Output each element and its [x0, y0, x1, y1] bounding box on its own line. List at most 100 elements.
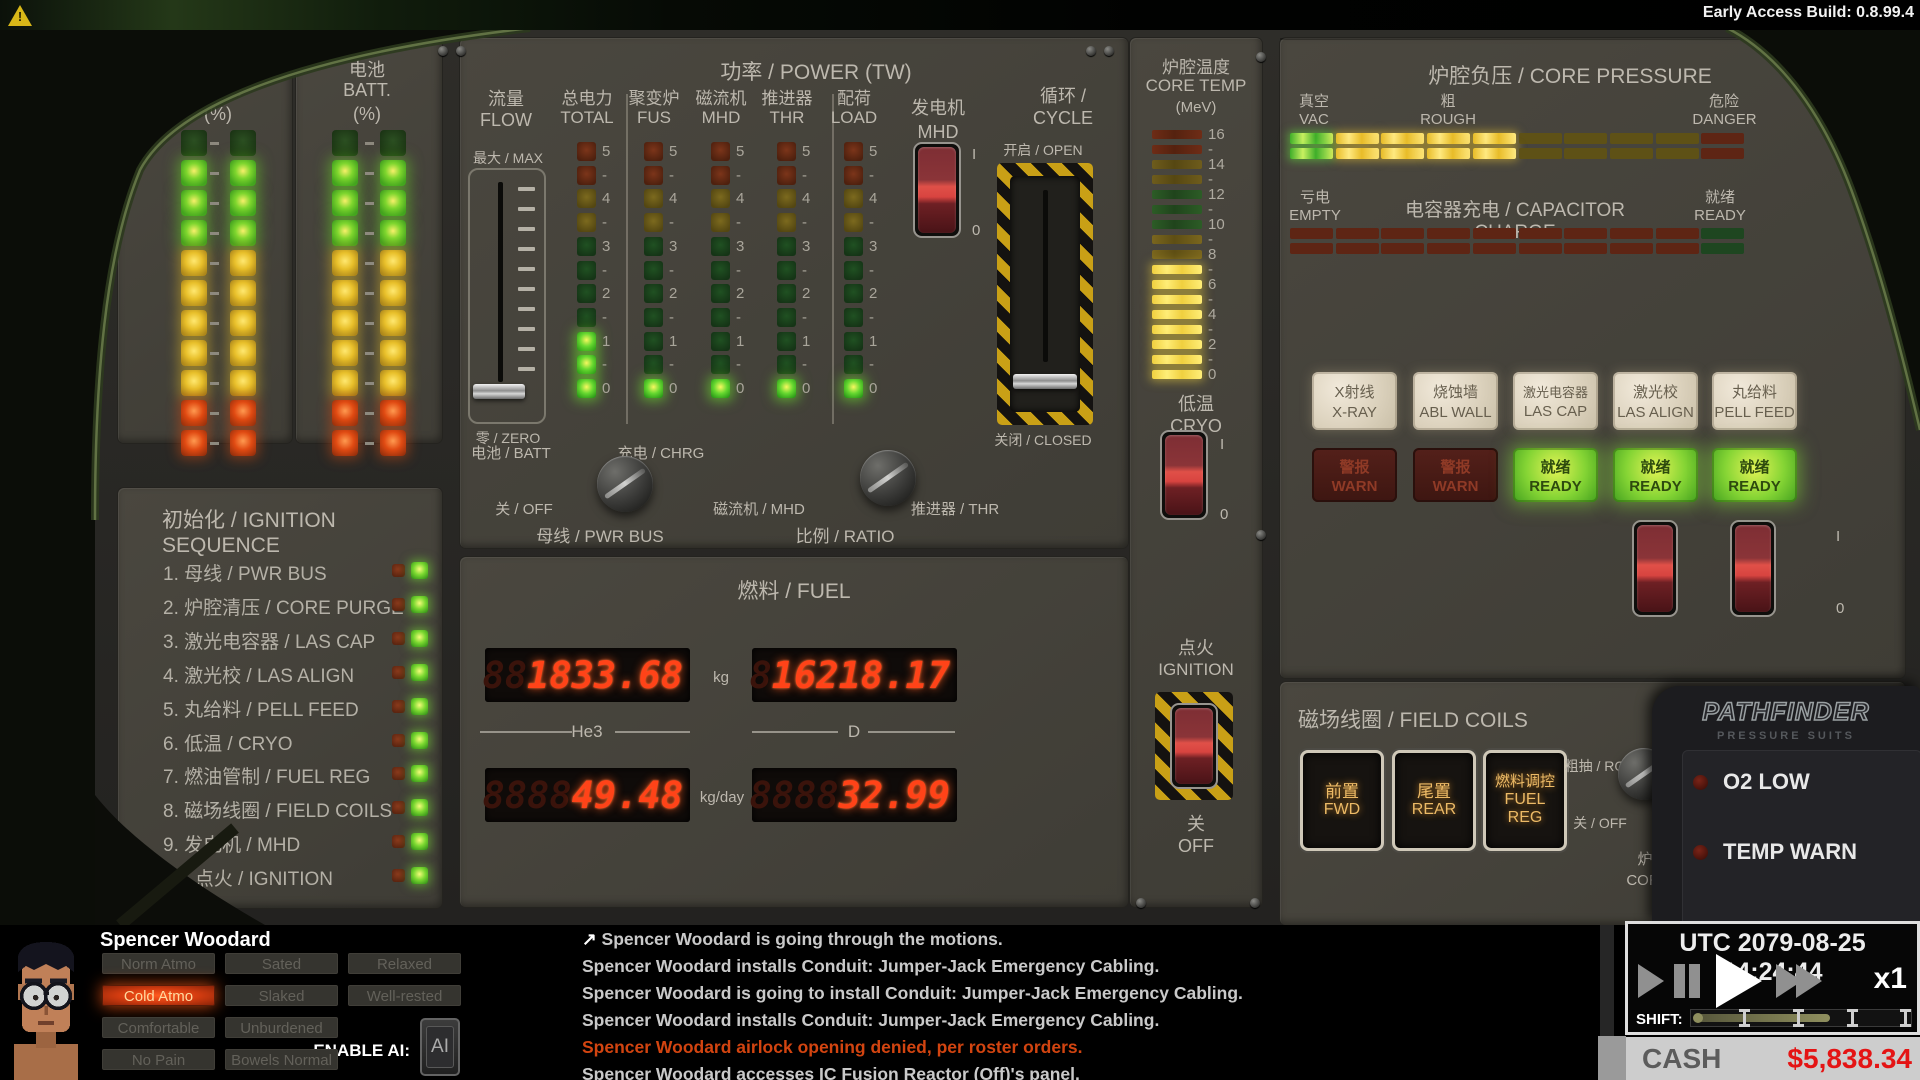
capacitor-led	[1656, 228, 1699, 239]
shift-tick[interactable]	[1743, 1009, 1746, 1027]
pathfinder-screen: O2 LOW TEMP WARN	[1682, 750, 1920, 927]
core-temp-segment	[1152, 355, 1202, 364]
subsystem-button-abl-wall[interactable]: 烧蚀墙ABL WALL	[1413, 372, 1498, 430]
power-bar-segment	[711, 237, 730, 256]
panel-screw	[1256, 530, 1266, 540]
pressure-switch-rocker	[1637, 525, 1673, 612]
ready-label: READY	[1687, 207, 1753, 224]
ignition-switch-label-en: IGNITION	[1136, 660, 1256, 680]
battery-led-cell	[181, 130, 207, 156]
ignition-step: 10. 点火 / IGNITION	[118, 864, 442, 888]
power-bar-label-cn: 配荷	[809, 84, 899, 109]
battery-led-cell	[332, 310, 358, 336]
divider	[752, 731, 838, 733]
battery-led-cell	[332, 190, 358, 216]
panel-screw	[456, 46, 466, 56]
subsystem-button-las-cap[interactable]: 激光电容器LAS CAP	[1513, 372, 1598, 430]
he3-amount-display: 881833.68	[485, 648, 690, 702]
cycle-slider[interactable]	[997, 163, 1093, 425]
capacitor-led	[1336, 228, 1379, 239]
crew-portrait[interactable]	[2, 936, 90, 1080]
power-bar-scale: 0	[669, 379, 695, 398]
pathfinder-logo: PATHFINDER	[1652, 698, 1920, 727]
shift-tick[interactable]	[1851, 1009, 1854, 1027]
ignition-step-label: 1. 母线 / PWR BUS	[163, 559, 327, 586]
button-label-cn: 丸给料	[1732, 381, 1777, 402]
flow-slider-handle[interactable]	[473, 384, 525, 399]
ignition-step: 5. 丸给料 / PELL FEED	[118, 695, 442, 719]
pwr-bus-knob[interactable]	[597, 456, 653, 512]
cryo-switch[interactable]	[1160, 430, 1208, 520]
scrollbar-thumb[interactable]	[1598, 1036, 1626, 1080]
fast-forward-button[interactable]	[1796, 964, 1822, 998]
ignition-switch[interactable]	[1170, 703, 1218, 789]
power-bar-segment	[577, 142, 596, 161]
power-bar-segment	[644, 284, 663, 303]
capacitor-led	[1290, 228, 1333, 239]
subsystem-button-x-ray[interactable]: X射线X-RAY	[1312, 372, 1397, 430]
pressure-led	[1564, 133, 1607, 144]
battery-led-cell	[332, 280, 358, 306]
log-line: ↗ Spencer Woodard is going through the m…	[582, 929, 1003, 950]
ignition-step-label: 5. 丸给料 / PELL FEED	[163, 695, 359, 722]
shift-tick[interactable]	[1797, 1009, 1800, 1027]
tick-mark	[210, 322, 219, 325]
ratio-thr-label: 推进器 / THR	[890, 498, 1020, 519]
tick-mark	[210, 142, 219, 145]
battery1-unit: (%)	[158, 104, 278, 125]
battery-led-cell	[230, 130, 256, 156]
capacitor-led	[1519, 243, 1562, 254]
ai-key-button[interactable]: AI	[420, 1018, 460, 1076]
flow-tick	[518, 207, 535, 211]
scrollbar-track[interactable]	[1600, 925, 1614, 1036]
pressure-switch-1[interactable]	[1632, 520, 1678, 617]
battery-led-cell	[230, 160, 256, 186]
battery2-title: BATT.	[307, 80, 427, 101]
flow-slider[interactable]	[468, 168, 546, 424]
capacitor-led	[1656, 243, 1699, 254]
play-button[interactable]	[1716, 954, 1762, 1008]
vac-label-cn: 真空	[1284, 90, 1344, 111]
lamp-label-cn: 就绪	[1540, 456, 1570, 477]
power-bar-scale: 0	[869, 379, 895, 398]
power-bar-segment	[777, 213, 796, 232]
ready-label-cn: 就绪	[1687, 186, 1753, 207]
cryo-label-cn: 低温	[1136, 390, 1256, 416]
core-temp-title-en: CORE TEMP	[1136, 76, 1256, 96]
ignition-step-label: 2. 炉腔清压 / CORE PURGE	[163, 593, 404, 620]
ratio-knob[interactable]	[860, 450, 916, 506]
power-bar-scale: -	[602, 308, 628, 327]
flow-tick	[518, 227, 535, 231]
cycle-slider-slot	[1043, 190, 1048, 362]
pause-button[interactable]	[1674, 964, 1685, 998]
rough-label-cn: 粗	[1418, 90, 1478, 111]
capacitor-led	[1381, 228, 1424, 239]
step-ok-led	[411, 664, 428, 681]
mood-badge: Slaked	[225, 985, 338, 1006]
panel-seam	[1280, 38, 1880, 40]
subsystem-button-pell-feed[interactable]: 丸给料PELL FEED	[1712, 372, 1797, 430]
shift-tick[interactable]	[1904, 1009, 1907, 1027]
battery-led-cell	[181, 190, 207, 216]
shift-slider[interactable]	[1690, 1009, 1912, 1027]
power-bar-scale: 1	[669, 332, 695, 351]
ignition-step: 4. 激光校 / LAS ALIGN	[118, 661, 442, 685]
power-bar-scale: 1	[802, 332, 828, 351]
power-bar-scale: -	[869, 261, 895, 280]
power-bar-segment	[844, 284, 863, 303]
power-bar-scale: -	[669, 308, 695, 327]
field-coil-fwd-button[interactable]: 前置 FWD	[1300, 750, 1384, 851]
subsystem-button-las-align[interactable]: 激光校LAS ALIGN	[1613, 372, 1698, 430]
danger-label-cn: 危险	[1694, 90, 1754, 111]
play-slow-button[interactable]	[1638, 964, 1664, 998]
cycle-slider-handle[interactable]	[1013, 374, 1077, 389]
ignition-step: 6. 低温 / CRYO	[118, 729, 442, 753]
pressure-led	[1564, 148, 1607, 159]
pause-button[interactable]	[1689, 964, 1700, 998]
button-label-cn: 激光电容器	[1523, 382, 1588, 401]
panel-screw	[1256, 52, 1266, 62]
field-coil-rear-button[interactable]: 尾置 REAR	[1392, 750, 1476, 851]
mhd-generator-switch[interactable]	[913, 142, 961, 238]
log-arrow-icon: ↗	[582, 929, 602, 949]
pressure-switch-2[interactable]	[1730, 520, 1776, 617]
